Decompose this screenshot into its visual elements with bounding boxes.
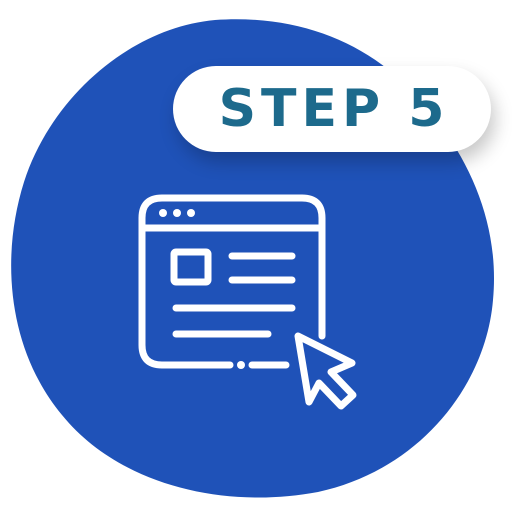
step-badge: STEP 5 xyxy=(173,66,491,152)
step-card: STEP 5 xyxy=(0,0,512,512)
step-label: STEP 5 xyxy=(218,79,450,139)
